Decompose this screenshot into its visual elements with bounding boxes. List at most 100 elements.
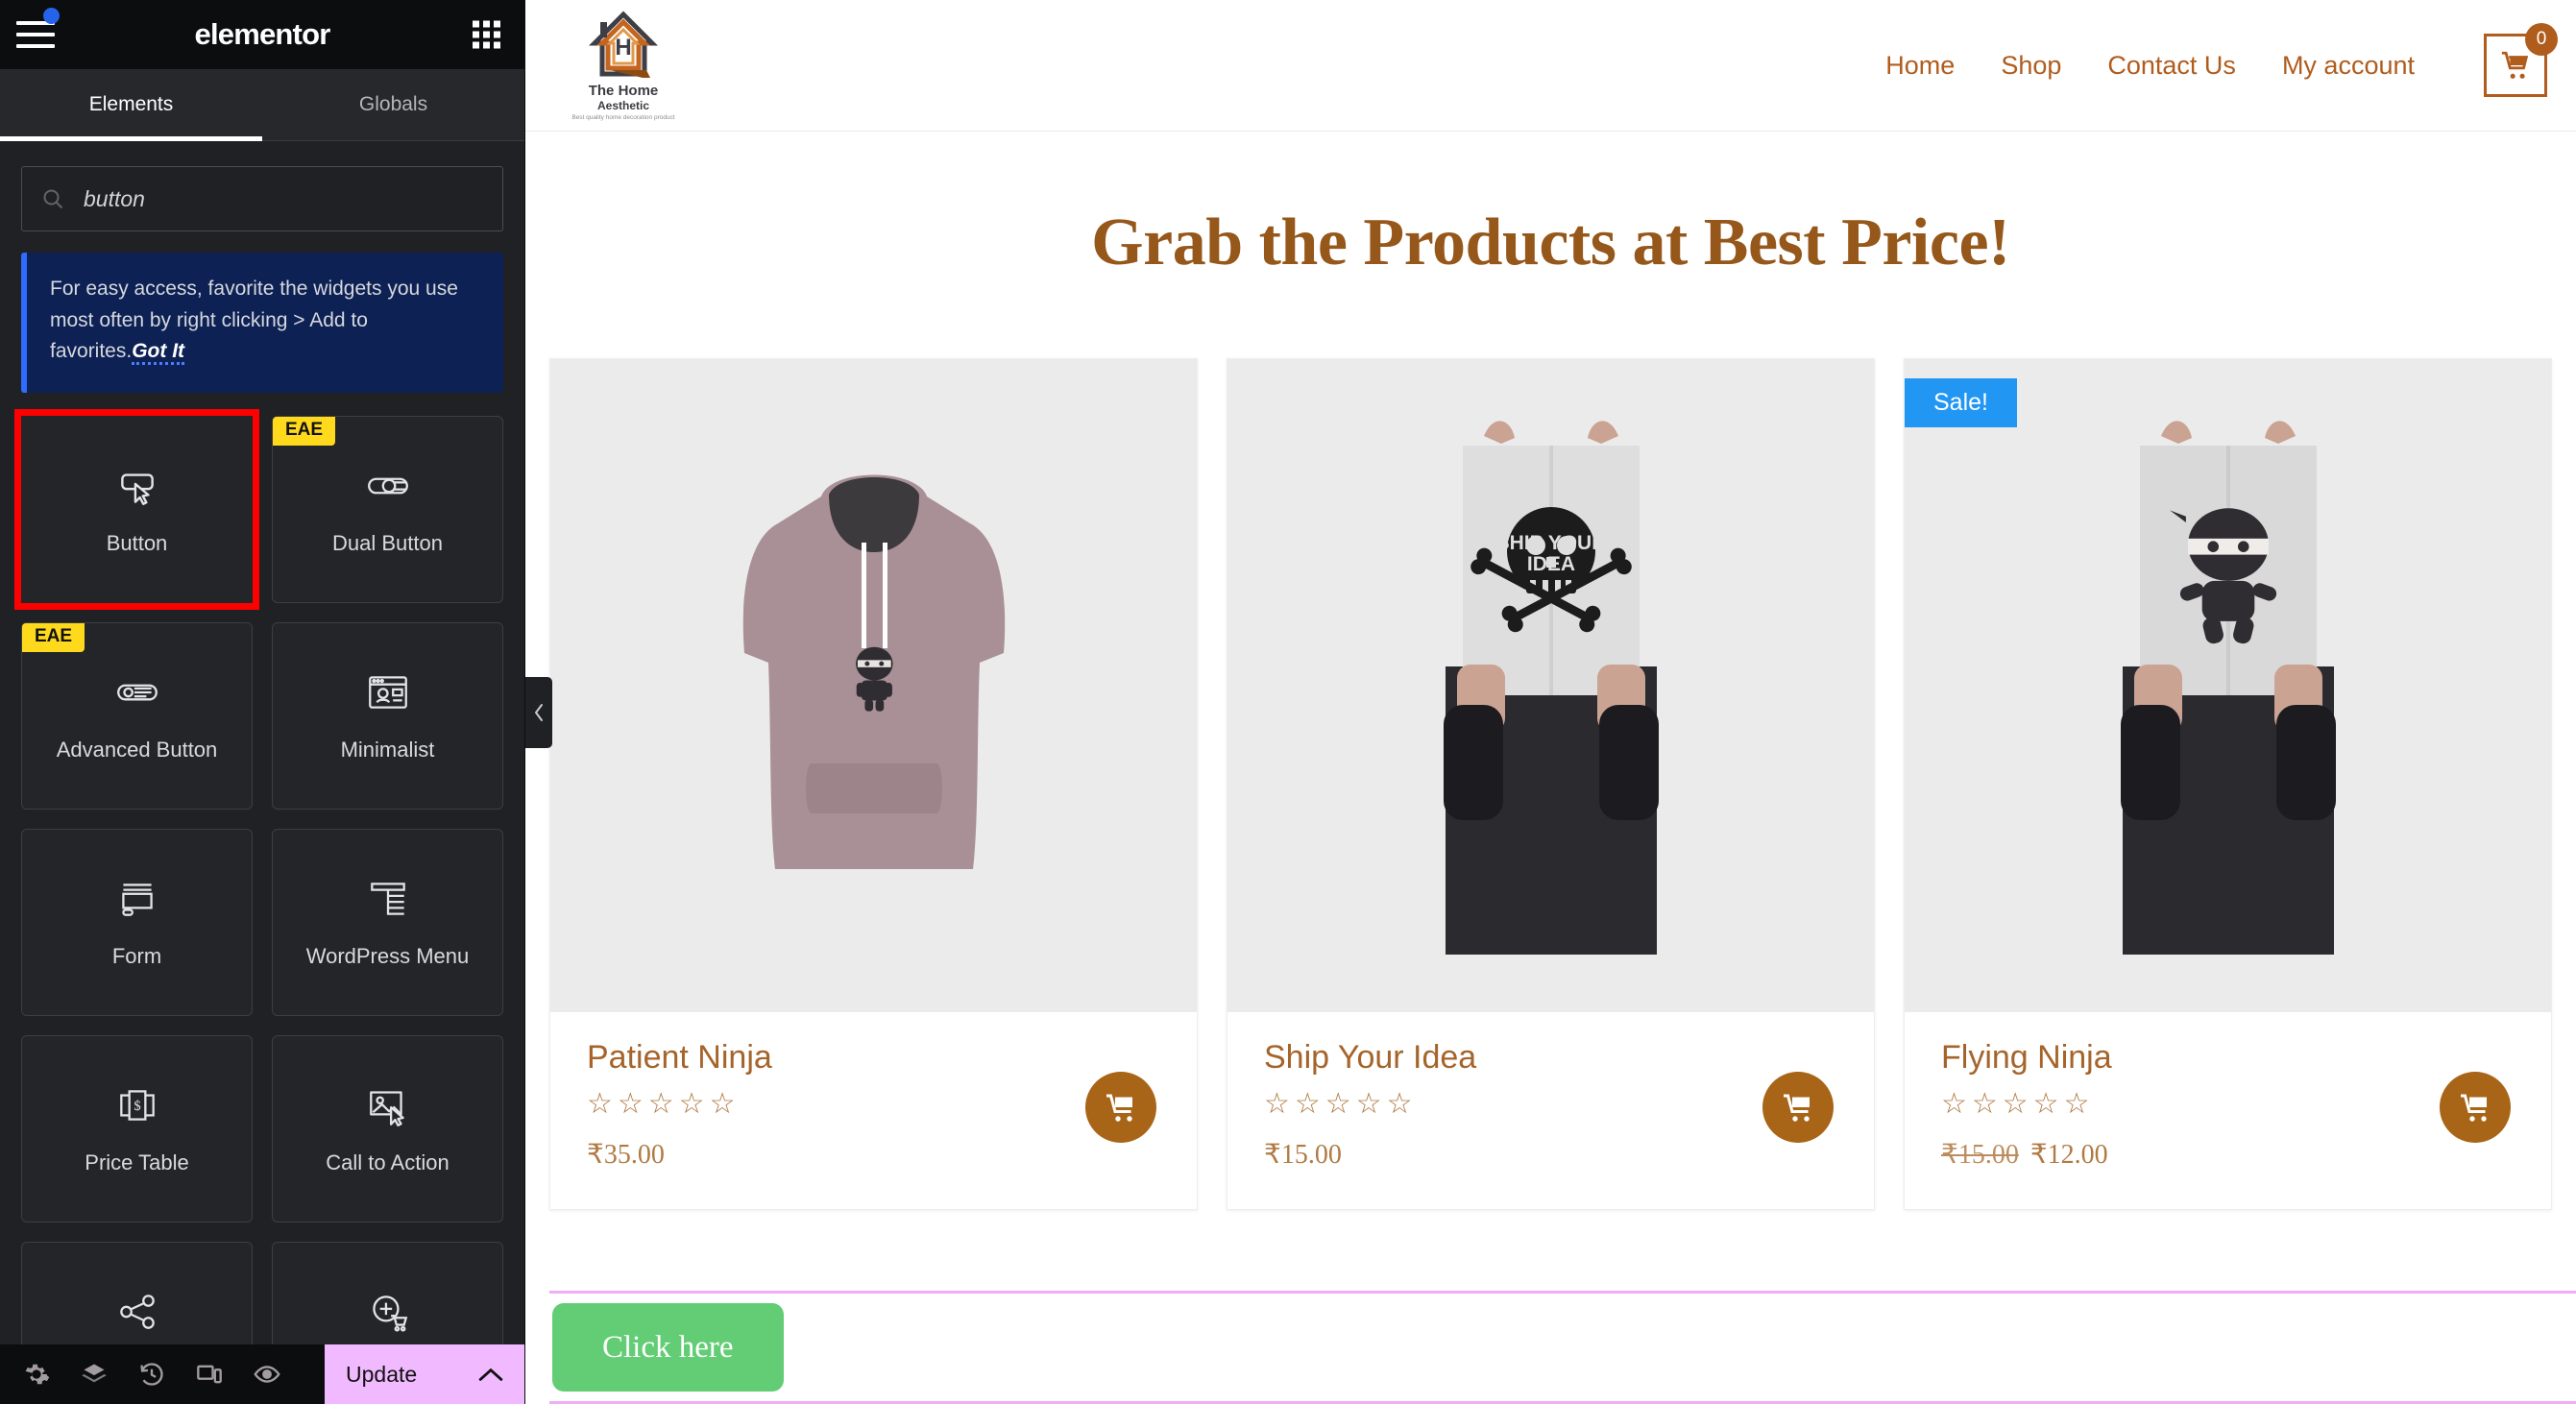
- nav-item-my-account[interactable]: My account: [2259, 51, 2438, 81]
- search-icon: [43, 189, 63, 209]
- product-price: ₹15.00 ₹12.00: [1941, 1138, 2515, 1171]
- svg-text:IDEA: IDEA: [1526, 553, 1574, 575]
- page-title: Grab the Products at Best Price!: [1091, 206, 2010, 279]
- widget-minimalist[interactable]: Minimalist: [272, 621, 503, 810]
- notification-dot: [43, 8, 60, 24]
- widget-add-to-cart[interactable]: Add To Cart: [272, 1241, 503, 1344]
- product-add-to-cart-button[interactable]: [1085, 1072, 1156, 1143]
- logo-subname: Aesthetic: [596, 98, 650, 112]
- panel-header: elementor: [0, 0, 524, 69]
- chevron-left-icon: [534, 704, 543, 721]
- site-header: H The Home Aesthetic Best quality home d…: [525, 0, 2576, 132]
- chevron-up-icon[interactable]: [478, 1367, 503, 1382]
- history-icon[interactable]: [123, 1344, 181, 1404]
- nav-item-shop[interactable]: Shop: [1978, 51, 2084, 81]
- add-to-cart-icon: [2461, 1094, 2487, 1122]
- nav-item-contact-us[interactable]: Contact Us: [2084, 51, 2259, 81]
- widget-button[interactable]: Button: [14, 408, 259, 610]
- widget-form-label: Form: [111, 944, 162, 969]
- widget-price-table-label: Price Table: [85, 1150, 189, 1175]
- preview-eye-icon[interactable]: [238, 1344, 296, 1404]
- product-card[interactable]: Sale! Flying Ninja ☆☆☆☆☆ ₹15.00 ₹12.00: [1904, 358, 2552, 1210]
- update-button[interactable]: Update: [325, 1344, 524, 1404]
- tab-elements[interactable]: Elements: [0, 69, 262, 141]
- product-info: Patient Ninja ☆☆☆☆☆ ₹35.00: [550, 1012, 1197, 1209]
- cart-button[interactable]: 0: [2484, 23, 2558, 97]
- poster-ninja-image: [2120, 421, 2336, 955]
- svg-text:$: $: [134, 1099, 140, 1114]
- editor-canvas: H The Home Aesthetic Best quality home d…: [525, 0, 2576, 1404]
- widget-dual-button[interactable]: EAE Dual Button: [272, 415, 503, 603]
- product-add-to-cart-button[interactable]: [1762, 1072, 1834, 1143]
- product-name[interactable]: Ship Your Idea: [1264, 1039, 1837, 1077]
- product-price: ₹15.00: [1264, 1138, 1837, 1171]
- poster-skull-image: SHIP YOUR IDEA: [1443, 421, 1659, 955]
- elementor-wordmark: elementor: [194, 17, 331, 51]
- cart-count-badge: 0: [2525, 23, 2558, 56]
- widget-minimalist-label: Minimalist: [340, 738, 435, 763]
- minimalist-card-icon: [364, 668, 412, 716]
- widget-dual-button-label: Dual Button: [332, 531, 443, 556]
- product-card[interactable]: Patient Ninja ☆☆☆☆☆ ₹35.00: [549, 358, 1198, 1210]
- site-nav: Home Shop Contact Us My account 0: [1862, 23, 2576, 97]
- logo-tagline: Best quality home decoration product: [571, 113, 675, 121]
- tab-globals[interactable]: Globals: [262, 69, 524, 140]
- widget-call-to-action[interactable]: Call to Action: [272, 1034, 503, 1222]
- add-to-cart-icon: [364, 1288, 412, 1336]
- hamburger-icon[interactable]: [16, 21, 55, 48]
- search-input[interactable]: [84, 185, 483, 212]
- home-logo-icon: H: [589, 10, 658, 78]
- call-to-action-icon: [364, 1081, 412, 1129]
- update-button-label: Update: [346, 1361, 418, 1387]
- product-price-current: ₹35.00: [587, 1140, 665, 1170]
- widget-form[interactable]: Form: [21, 828, 253, 1016]
- product-image: [1905, 359, 2551, 1012]
- panel-collapse-handle[interactable]: [525, 677, 552, 748]
- settings-gear-icon[interactable]: [8, 1344, 65, 1404]
- panel-footer: Update: [0, 1344, 524, 1404]
- site-logo[interactable]: H The Home Aesthetic Best quality home d…: [560, 10, 687, 121]
- product-price-current: ₹15.00: [1264, 1140, 1342, 1170]
- product-price: ₹35.00: [587, 1138, 1160, 1171]
- widget-grid: Button EAE Dual Button EAE Advanced Butt…: [14, 408, 503, 1344]
- widget-button-label: Button: [106, 531, 168, 556]
- widget-advanced-button[interactable]: EAE Advanced Button: [21, 621, 253, 810]
- form-icon: [113, 875, 161, 923]
- search-widget-box[interactable]: [21, 166, 503, 231]
- navigator-layers-icon[interactable]: [65, 1344, 123, 1404]
- panel-tabs: Elements Globals: [0, 69, 524, 141]
- nav-item-home[interactable]: Home: [1862, 51, 1978, 81]
- tab-globals-label: Globals: [358, 93, 428, 115]
- product-image: SHIP YOUR IDEA: [1227, 359, 1874, 1012]
- wordpress-menu-icon: [364, 875, 412, 923]
- product-grid: Patient Ninja ☆☆☆☆☆ ₹35.00 SHIP YOUR IDE…: [525, 358, 2576, 1210]
- product-name[interactable]: Patient Ninja: [587, 1039, 1160, 1077]
- product-info: Ship Your Idea ☆☆☆☆☆ ₹15.00: [1227, 1012, 1874, 1209]
- price-table-icon: $: [113, 1081, 161, 1129]
- svg-text:SHIP YOUR: SHIP YOUR: [1495, 532, 1606, 554]
- panel-body: For easy access, favorite the widgets yo…: [0, 141, 524, 1344]
- product-name[interactable]: Flying Ninja: [1941, 1039, 2515, 1077]
- responsive-mode-icon[interactable]: [181, 1344, 238, 1404]
- product-rating: ☆☆☆☆☆: [1264, 1088, 1418, 1120]
- widget-price-table[interactable]: $ Price Table: [21, 1034, 253, 1222]
- widget-share-buttons[interactable]: Share Buttons: [21, 1241, 253, 1344]
- apps-grid-icon[interactable]: [473, 20, 500, 49]
- eae-badge: EAE: [22, 622, 85, 652]
- got-it-link[interactable]: Got It: [132, 340, 185, 366]
- advanced-button-icon: [113, 668, 161, 716]
- product-image: [550, 359, 1197, 1012]
- widget-wordpress-menu[interactable]: WordPress Menu: [272, 828, 503, 1016]
- add-to-cart-icon: [1784, 1094, 1810, 1122]
- svg-text:H: H: [615, 35, 631, 61]
- product-price-current: ₹12.00: [2029, 1140, 2108, 1170]
- product-rating: ☆☆☆☆☆: [587, 1088, 741, 1120]
- click-here-button[interactable]: Click here: [552, 1303, 784, 1392]
- share-buttons-icon: [113, 1288, 161, 1336]
- widget-call-to-action-label: Call to Action: [326, 1150, 450, 1175]
- product-card[interactable]: SHIP YOUR IDEA Ship Your Idea ☆☆☆☆☆ ₹15.…: [1227, 358, 1875, 1210]
- product-add-to-cart-button[interactable]: [2440, 1072, 2511, 1143]
- button-drop-section: Click here: [549, 1291, 2576, 1404]
- favorites-notice-text: For easy access, favorite the widgets yo…: [50, 278, 458, 363]
- dual-button-icon: [364, 462, 412, 510]
